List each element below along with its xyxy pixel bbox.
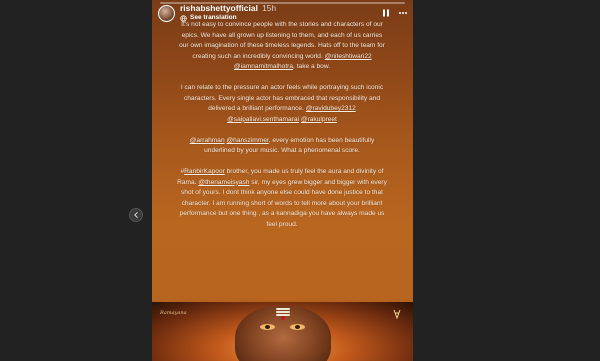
caption-paragraph: @arrahman @hanszimmer, every emotion has… bbox=[177, 136, 387, 157]
caption-paragraph: It's not easy to convince people with th… bbox=[177, 20, 387, 73]
more-horizontal-icon bbox=[399, 12, 407, 14]
mention-link[interactable]: @rakulpreet bbox=[301, 116, 337, 123]
caption-paragraph: #RanbirKapoor brother, you made us truly… bbox=[177, 167, 387, 230]
mention-link[interactable]: RanbirKapoor bbox=[184, 168, 225, 175]
mention-link[interactable]: @arrahman bbox=[190, 137, 225, 144]
mention-link[interactable]: @ravidubey2312 bbox=[306, 105, 356, 112]
story-card: rishabshettyofficial 15h See translation bbox=[152, 0, 413, 361]
emblem-icon bbox=[393, 309, 401, 319]
username-row: rishabshettyofficial 15h bbox=[180, 4, 276, 13]
story-artwork-image: Ramayana bbox=[152, 302, 413, 361]
character-eye bbox=[260, 324, 275, 330]
previous-story-button[interactable] bbox=[129, 208, 143, 222]
caption-text: , take a bow. bbox=[293, 63, 331, 70]
tilak-mark bbox=[276, 308, 290, 320]
chevron-left-icon bbox=[134, 212, 138, 218]
mention-link[interactable]: @iamnamitmalhotra bbox=[234, 63, 293, 70]
film-logo: Ramayana bbox=[160, 310, 187, 316]
mention-link[interactable]: @saipallavi.senthamarai bbox=[227, 116, 299, 123]
more-options-button[interactable] bbox=[398, 8, 408, 18]
username[interactable]: rishabshettyofficial bbox=[180, 4, 258, 13]
mention-link[interactable]: @niteshtiwari22 bbox=[325, 53, 372, 60]
pause-button[interactable] bbox=[381, 8, 391, 18]
caption-paragraph: I can relate to the pressure an actor fe… bbox=[177, 83, 387, 125]
character-eye bbox=[290, 324, 305, 330]
pause-icon bbox=[383, 9, 389, 17]
story-caption: It's not easy to convince people with th… bbox=[177, 20, 387, 230]
avatar[interactable] bbox=[158, 4, 175, 22]
post-time: 15h bbox=[261, 3, 277, 14]
story-controls bbox=[381, 8, 408, 18]
mention-link[interactable]: @hanszimmer bbox=[226, 137, 268, 144]
mention-link[interactable]: @thenameisyash bbox=[198, 179, 249, 186]
